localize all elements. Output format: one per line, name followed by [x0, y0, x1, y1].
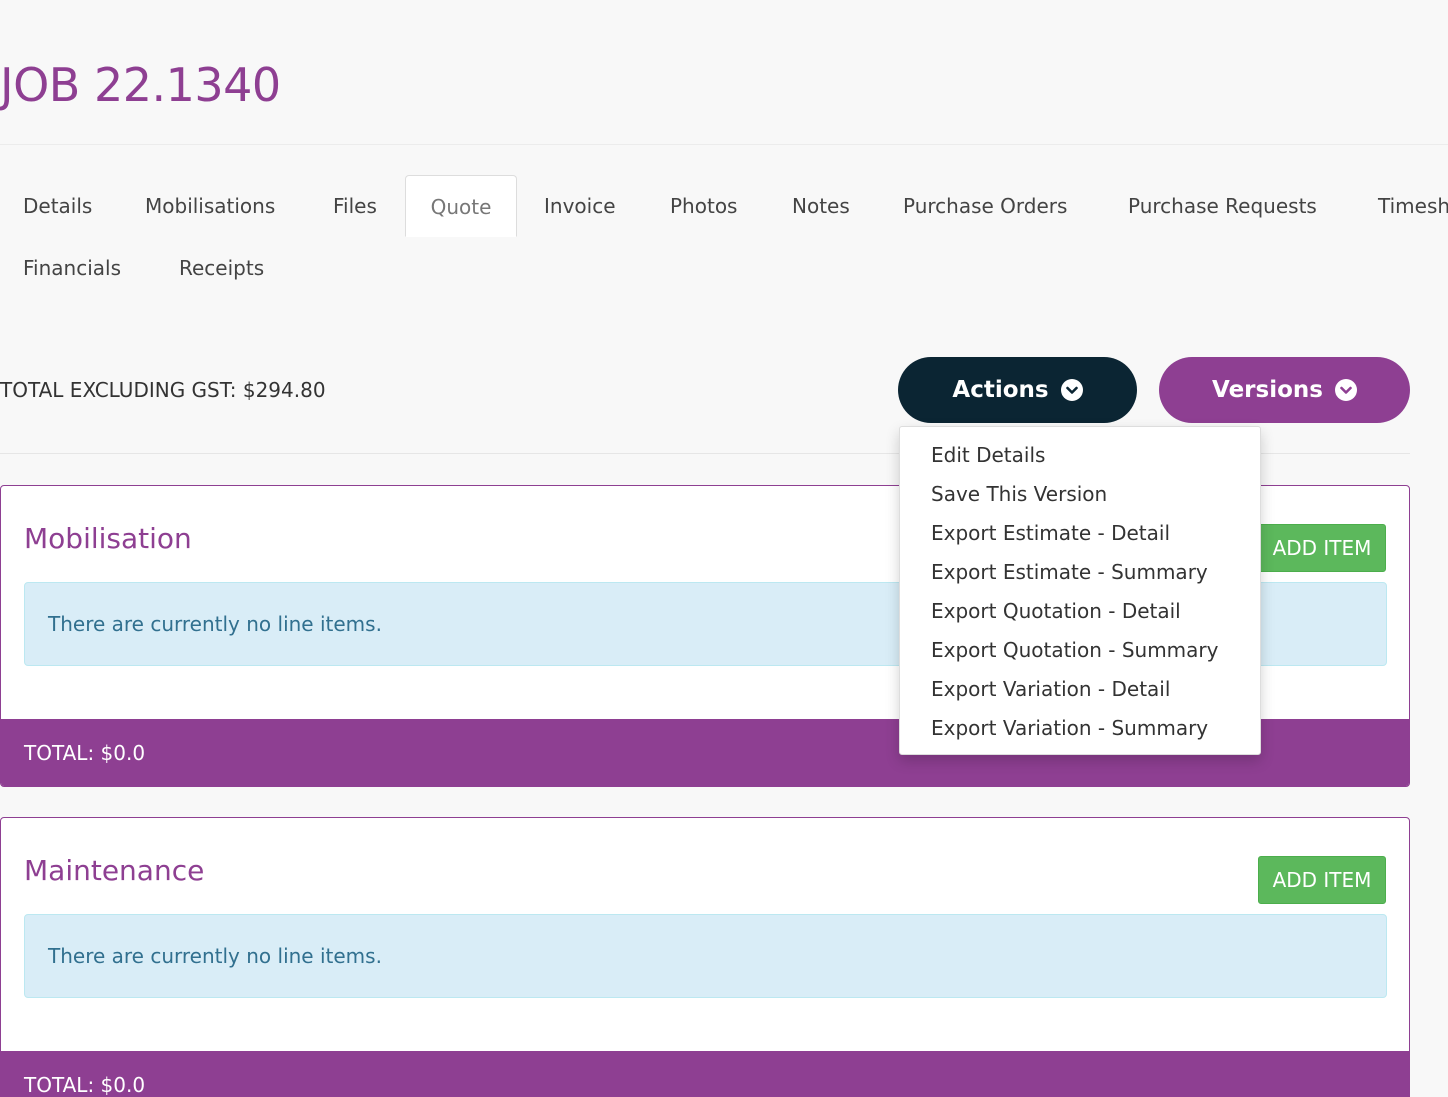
tab-receipts[interactable]: Receipts [179, 237, 264, 299]
versions-button[interactable]: Versions [1159, 357, 1410, 423]
tab-bar: Details Mobilisations Files Quote Invoic… [0, 175, 1448, 325]
section-total: TOTAL: $0.0 [1, 1051, 1409, 1097]
tab-quote[interactable]: Quote [405, 175, 517, 237]
menu-item-export-variation-summary[interactable]: Export Variation - Summary [900, 709, 1260, 748]
menu-item-export-estimate-summary[interactable]: Export Estimate - Summary [900, 553, 1260, 592]
tab-timesheets[interactable]: Timesh [1378, 175, 1448, 237]
total-excluding-gst: TOTAL EXCLUDING GST: $294.80 [0, 378, 326, 402]
add-item-button[interactable]: ADD ITEM [1258, 524, 1386, 572]
section-title: Maintenance [24, 854, 205, 887]
actions-button-label: Actions [952, 377, 1049, 403]
tab-details[interactable]: Details [23, 175, 92, 237]
add-item-button[interactable]: ADD ITEM [1258, 856, 1386, 904]
page-header: JOB 22.1340 [0, 0, 1448, 145]
tab-purchase-orders[interactable]: Purchase Orders [903, 175, 1067, 237]
tab-financials[interactable]: Financials [23, 237, 121, 299]
chevron-down-circle-icon [1334, 379, 1357, 401]
menu-item-export-quotation-detail[interactable]: Export Quotation - Detail [900, 592, 1260, 631]
tab-files[interactable]: Files [333, 175, 377, 237]
tab-mobilisations[interactable]: Mobilisations [145, 175, 275, 237]
section-title: Mobilisation [24, 522, 192, 555]
tab-photos[interactable]: Photos [670, 175, 737, 237]
actions-dropdown-menu: Edit Details Save This Version Export Es… [899, 426, 1261, 755]
menu-item-edit-details[interactable]: Edit Details [900, 436, 1260, 475]
versions-button-label: Versions [1212, 377, 1323, 403]
tab-notes[interactable]: Notes [792, 175, 850, 237]
empty-line-items-alert: There are currently no line items. [24, 914, 1387, 998]
tab-purchase-requests[interactable]: Purchase Requests [1128, 175, 1317, 237]
menu-item-export-estimate-detail[interactable]: Export Estimate - Detail [900, 514, 1260, 553]
menu-item-export-variation-detail[interactable]: Export Variation - Detail [900, 670, 1260, 709]
actions-button[interactable]: Actions [898, 357, 1137, 423]
menu-item-save-version[interactable]: Save This Version [900, 475, 1260, 514]
chevron-down-circle-icon [1060, 379, 1083, 401]
section-panel-maintenance: Maintenance ADD ITEM There are currently… [0, 817, 1410, 1097]
page-title: JOB 22.1340 [0, 58, 281, 112]
menu-item-export-quotation-summary[interactable]: Export Quotation - Summary [900, 631, 1260, 670]
tab-invoice[interactable]: Invoice [544, 175, 616, 237]
